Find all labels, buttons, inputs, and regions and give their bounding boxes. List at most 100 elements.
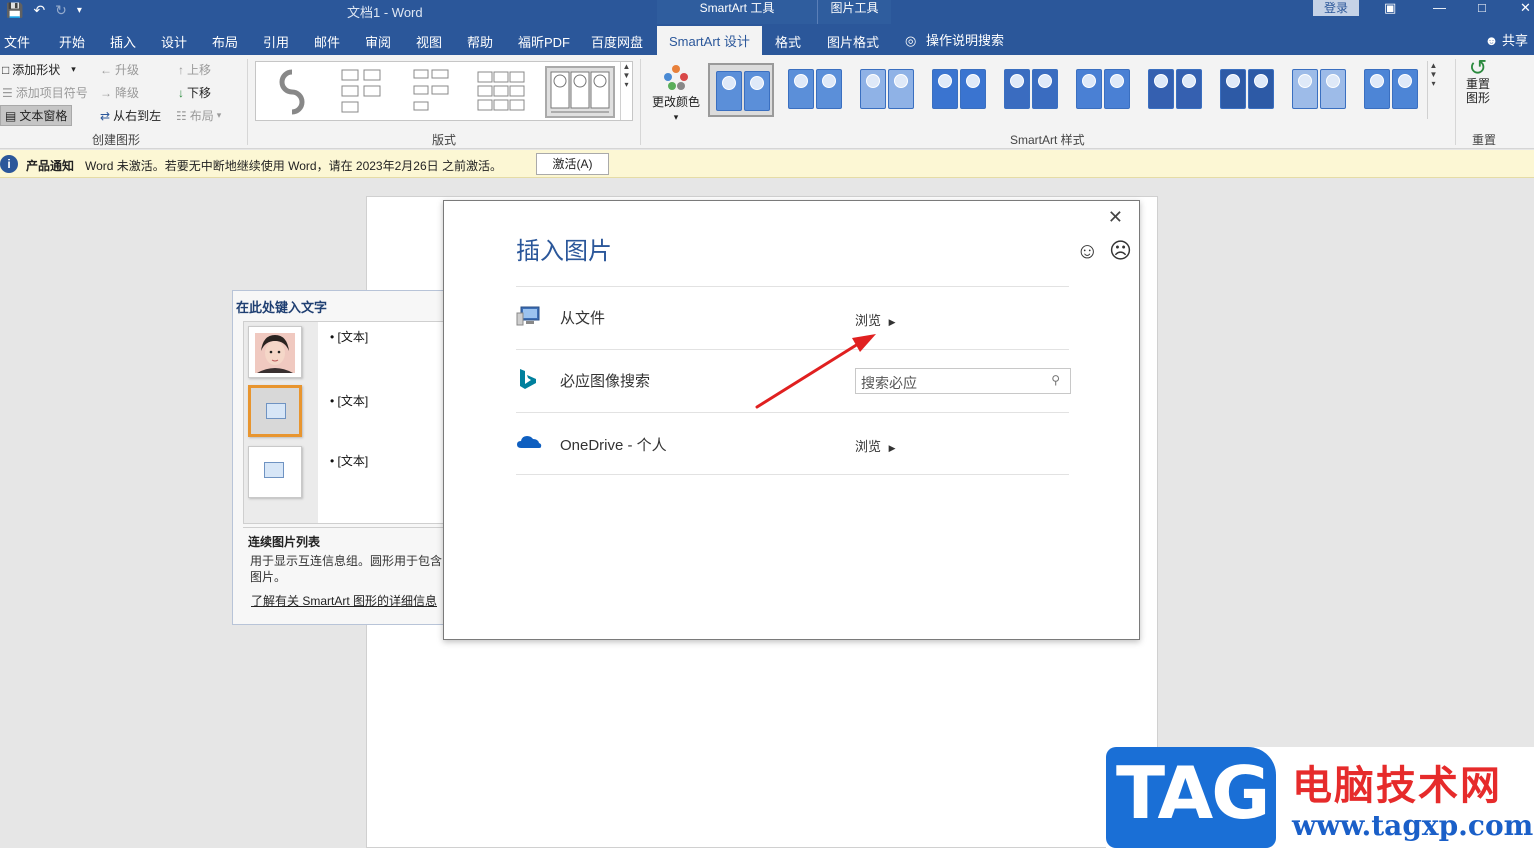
layout-option[interactable] xyxy=(402,66,460,118)
picture-placeholder[interactable] xyxy=(248,446,302,498)
close-window-icon[interactable]: ✕ xyxy=(1520,0,1531,16)
tab-references[interactable]: 引用 xyxy=(263,32,289,51)
tab-mailings[interactable]: 邮件 xyxy=(314,32,340,51)
divider xyxy=(516,412,1069,413)
layout-option[interactable] xyxy=(332,66,390,118)
style-option[interactable] xyxy=(782,63,848,117)
group-separator xyxy=(247,59,248,145)
reset-graphic-button[interactable]: ↺ 重置 图形 xyxy=(1466,57,1490,106)
demote-button[interactable]: → 降级 xyxy=(100,84,139,101)
divider xyxy=(516,474,1069,475)
customize-qat-icon[interactable]: ▾ xyxy=(77,5,82,16)
onedrive-label: OneDrive - 个人 xyxy=(560,437,667,454)
move-up-button[interactable]: ↑ 上移 xyxy=(178,61,211,78)
group-label-create-graphic: 创建图形 xyxy=(92,133,141,147)
watermark-logo: TAG xyxy=(1116,751,1270,835)
layout-option[interactable] xyxy=(262,66,320,118)
tab-design[interactable]: 设计 xyxy=(161,32,187,51)
style-option[interactable] xyxy=(1142,63,1208,117)
watermark-url: www.tagxp.com xyxy=(1292,809,1534,842)
text-bullet[interactable]: • [文本] xyxy=(330,392,368,409)
dropdown-icon: ▾ xyxy=(673,112,679,122)
layout-description: 用于显示互连信息组。圆形用于包含图片。 xyxy=(250,554,443,584)
tab-baidu-netdisk[interactable]: 百度网盘 xyxy=(591,32,643,51)
notice-title: 产品通知 xyxy=(26,159,75,173)
tab-review[interactable]: 审阅 xyxy=(365,32,391,51)
picture-thumbnail[interactable] xyxy=(248,326,302,378)
smile-feedback-icon[interactable]: ☺ xyxy=(1076,238,1098,264)
tab-picture-format[interactable]: 图片格式 xyxy=(827,32,879,51)
style-option[interactable] xyxy=(998,63,1064,117)
group-label-layouts: 版式 xyxy=(432,133,457,147)
smartart-styles-gallery: ▲ ▼ ▾ xyxy=(705,61,1445,121)
activate-button[interactable]: 激活(A) xyxy=(536,153,609,175)
redo-icon[interactable]: ↻ xyxy=(55,2,67,19)
insert-picture-dialog: ✕ 插入图片 ☺ ☹ 从文件 浏览 ▶ 必应图像搜索 搜索必应 ⚲ OneDri… xyxy=(443,200,1140,640)
save-icon[interactable]: 💾 xyxy=(6,2,23,19)
tab-help[interactable]: 帮助 xyxy=(467,32,493,51)
tab-smartart-design[interactable]: SmartArt 设计 xyxy=(657,26,762,55)
share-button[interactable]: ☻ 共享 xyxy=(1485,30,1528,49)
add-bullet-button[interactable]: ☰ 添加项目符号 xyxy=(2,84,88,101)
styles-scroll[interactable]: ▲ ▼ ▾ xyxy=(1427,61,1439,119)
minimize-icon[interactable]: — xyxy=(1433,0,1446,15)
image-placeholder-icon xyxy=(264,462,284,478)
text-bullet[interactable]: • [文本] xyxy=(330,328,368,345)
group-separator xyxy=(1455,59,1456,145)
change-colors-button[interactable]: 更改颜色 ▾ xyxy=(652,63,700,123)
tab-view[interactable]: 视图 xyxy=(416,32,442,51)
text-pane-button[interactable]: ▤ 文本窗格 xyxy=(0,105,73,126)
layouts-scroll[interactable]: ▲ ▼ ▾ xyxy=(620,62,632,120)
add-shape-button[interactable]: □ 添加形状 ▾ xyxy=(2,61,76,78)
style-option[interactable] xyxy=(1070,63,1136,117)
tab-insert[interactable]: 插入 xyxy=(110,32,136,51)
bing-search-input[interactable]: 搜索必应 ⚲ xyxy=(855,368,1071,394)
browse-file-link[interactable]: 浏览 ▶ xyxy=(855,310,896,329)
title-bar: 💾 ↶ ↻ ▾ 文档1 - Word SmartArt 工具 图片工具 登录 ▣… xyxy=(0,0,1534,24)
right-to-left-button[interactable]: ⇄ 从右到左 xyxy=(100,107,161,124)
style-option[interactable] xyxy=(1358,63,1424,117)
layout-name: 连续图片列表 xyxy=(248,535,321,549)
group-separator xyxy=(640,59,641,145)
style-option[interactable] xyxy=(1214,63,1280,117)
tab-home[interactable]: 开始 xyxy=(59,32,85,51)
login-button[interactable]: 登录 xyxy=(1313,0,1359,16)
tab-foxit-pdf[interactable]: 福昕PDF xyxy=(518,32,570,51)
chevron-right-icon: ▶ xyxy=(888,317,896,327)
layout-option-selected[interactable] xyxy=(545,66,615,118)
frown-feedback-icon[interactable]: ☹ xyxy=(1109,238,1132,264)
person-icon: ☻ xyxy=(1484,33,1499,48)
picture-placeholder-selected[interactable] xyxy=(248,385,302,437)
text-pane-icon: ▤ xyxy=(5,108,17,123)
thumbnail-strip xyxy=(244,322,318,523)
dropdown-icon: ▾ xyxy=(216,110,222,120)
close-icon[interactable]: ✕ xyxy=(1108,207,1123,228)
swap-arrows-icon: ⇄ xyxy=(100,108,111,123)
tell-me-search[interactable]: ◎ 操作说明搜索 xyxy=(905,30,1004,49)
divider xyxy=(516,349,1069,350)
product-notice-bar: i 产品通知 Word 未激活。若要无中断地继续使用 Word，请在 2023年… xyxy=(0,150,1534,178)
promote-button[interactable]: ← 升级 xyxy=(100,61,139,78)
undo-icon[interactable]: ↶ xyxy=(33,2,45,19)
style-option-selected[interactable] xyxy=(708,63,774,117)
computer-icon xyxy=(516,306,540,326)
chevron-right-icon: ▶ xyxy=(888,443,896,453)
style-option[interactable] xyxy=(926,63,992,117)
tab-format[interactable]: 格式 xyxy=(775,32,801,51)
tab-file[interactable]: 文件 xyxy=(4,32,30,51)
tab-layout[interactable]: 布局 xyxy=(212,32,238,51)
style-option[interactable] xyxy=(854,63,920,117)
group-label-reset: 重置 xyxy=(1472,133,1497,147)
search-icon[interactable]: ⚲ xyxy=(1051,373,1060,387)
layout-option[interactable] xyxy=(472,66,530,118)
style-option[interactable] xyxy=(1286,63,1352,117)
browse-onedrive-link[interactable]: 浏览 ▶ xyxy=(855,436,896,455)
picture-tools-header: 图片工具 xyxy=(817,0,891,24)
layout-button[interactable]: ☷ 布局 ▾ xyxy=(176,107,221,124)
text-bullet[interactable]: • [文本] xyxy=(330,452,368,469)
maximize-icon[interactable]: □ xyxy=(1478,0,1486,15)
ribbon-display-icon[interactable]: ▣ xyxy=(1384,0,1396,16)
learn-more-link[interactable]: 了解有关 SmartArt 图形的详细信息 xyxy=(251,592,445,609)
portrait-photo xyxy=(255,333,295,373)
move-down-button[interactable]: ↓ 下移 xyxy=(178,84,211,101)
